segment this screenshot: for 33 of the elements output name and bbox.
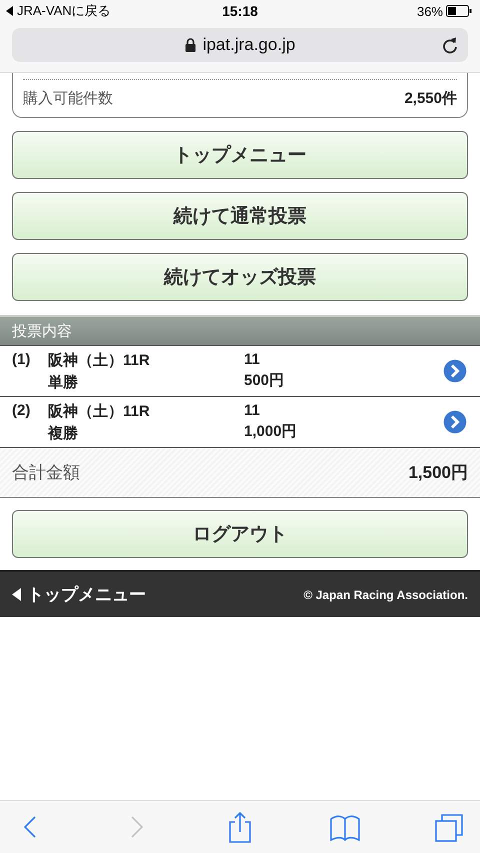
- top-menu-link[interactable]: トップメニュー: [27, 583, 146, 606]
- race-name: 阪神（土）11R: [48, 402, 151, 421]
- battery-percentage: 36%: [416, 4, 443, 18]
- battery-icon: [446, 5, 472, 17]
- clock: 15:18: [222, 3, 258, 19]
- bet-amount: 500円: [244, 371, 284, 390]
- address-bar[interactable]: ipat.jra.go.jp: [12, 28, 468, 62]
- menu-button[interactable]: トップメニュー: [12, 131, 468, 179]
- bet-type: 複勝: [48, 424, 79, 443]
- chevron-right-icon[interactable]: [442, 409, 468, 435]
- back-to-app-link[interactable]: JRA-VANに戻る: [17, 2, 111, 20]
- horse-number: 11: [244, 351, 261, 368]
- section-header: 投票内容: [0, 317, 480, 346]
- menu-button[interactable]: 続けて通常投票: [12, 192, 468, 240]
- horse-number: 11: [244, 402, 261, 419]
- url-text: ipat.jra.go.jp: [202, 35, 296, 55]
- reload-icon[interactable]: [442, 36, 458, 54]
- menu-button[interactable]: 続けてオッズ投票: [12, 253, 468, 301]
- chevron-right-icon[interactable]: [442, 358, 468, 384]
- logout-button[interactable]: ログアウト: [12, 510, 468, 558]
- bet-number: (1): [12, 351, 32, 368]
- total-value: 1,500円: [408, 462, 468, 484]
- lock-icon: [184, 38, 196, 52]
- summary-value: 2,550件: [404, 88, 457, 108]
- summary-label: 購入可能件数: [23, 88, 113, 108]
- total-label: 合計金額: [12, 462, 80, 484]
- race-name: 阪神（土）11R: [48, 351, 151, 370]
- back-triangle-icon: [12, 588, 21, 601]
- bet-type: 単勝: [48, 373, 79, 392]
- bet-number: (2): [12, 402, 32, 419]
- copyright: © Japan Racing Association.: [304, 588, 468, 602]
- back-triangle-icon: [6, 6, 14, 16]
- bet-amount: 1,000円: [244, 422, 297, 441]
